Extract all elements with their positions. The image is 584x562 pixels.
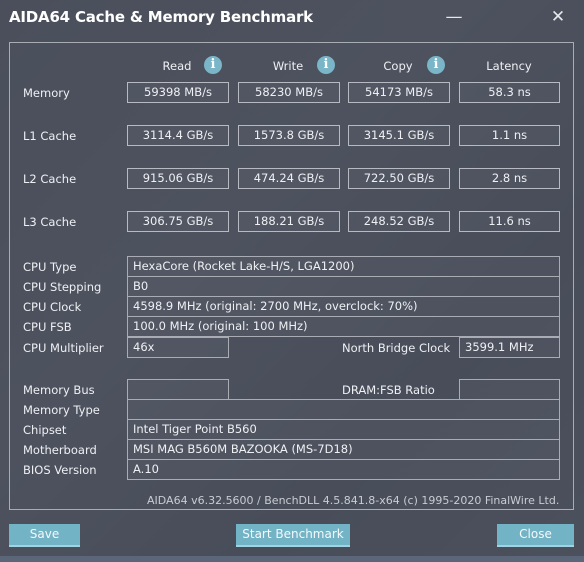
l3-latency-value: 11.6 ns: [459, 211, 560, 232]
start-benchmark-button[interactable]: Start Benchmark: [236, 524, 350, 547]
cpu-stepping-label: CPU Stepping: [23, 280, 102, 294]
l2-read-value: 915.06 GB/s: [127, 168, 229, 189]
title-bar[interactable]: AIDA64 Cache & Memory Benchmark — ✕: [0, 0, 584, 36]
l2-latency-value: 2.8 ns: [459, 168, 560, 189]
column-header-copy: Copy: [383, 59, 413, 73]
info-icon-write[interactable]: i: [317, 56, 335, 74]
memory-type-value: [127, 399, 560, 420]
row-label: L2 Cache: [23, 172, 77, 186]
memory-bus-value: [127, 379, 229, 400]
dram-fsb-ratio-label: DRAM:FSB Ratio: [342, 383, 435, 397]
close-window-icon[interactable]: ✕: [546, 6, 570, 28]
cpu-clock-value: 4598.9 MHz (original: 2700 MHz, overcloc…: [127, 296, 560, 317]
cpu-multiplier-value: 46x: [127, 337, 229, 358]
memory-type-label: Memory Type: [23, 403, 100, 417]
l1-copy-value: 3145.1 GB/s: [348, 125, 450, 146]
column-header-latency: Latency: [486, 59, 532, 73]
l2-copy-value: 722.50 GB/s: [348, 168, 450, 189]
bios-version-label: BIOS Version: [23, 463, 97, 477]
minimize-icon[interactable]: —: [442, 6, 466, 28]
bios-version-value: A.10: [127, 459, 560, 480]
memory-latency-value: 58.3 ns: [459, 82, 560, 103]
row-label: Memory: [23, 86, 70, 100]
memory-bus-label: Memory Bus: [23, 383, 95, 397]
l1-read-value: 3114.4 GB/s: [127, 125, 229, 146]
north-bridge-clock-label: North Bridge Clock: [342, 341, 451, 355]
window-title: AIDA64 Cache & Memory Benchmark: [9, 8, 313, 26]
info-icon-copy[interactable]: i: [427, 56, 445, 74]
cpu-clock-label: CPU Clock: [23, 300, 82, 314]
cpu-type-value: HexaCore (Rocket Lake-H/S, LGA1200): [127, 256, 560, 277]
l2-write-value: 474.24 GB/s: [238, 168, 340, 189]
bottom-strip: [0, 556, 584, 562]
version-footer: AIDA64 v6.32.5600 / BenchDLL 4.5.841.8-x…: [147, 494, 560, 507]
l1-latency-value: 1.1 ns: [459, 125, 560, 146]
chipset-label: Chipset: [23, 423, 67, 437]
l1-write-value: 1573.8 GB/s: [238, 125, 340, 146]
close-button[interactable]: Close: [497, 524, 574, 547]
memory-read-value: 59398 MB/s: [127, 82, 229, 103]
cpu-fsb-label: CPU FSB: [23, 320, 72, 334]
l3-read-value: 306.75 GB/s: [127, 211, 229, 232]
save-button[interactable]: Save: [9, 524, 80, 547]
row-label: L3 Cache: [23, 215, 77, 229]
info-icon-read[interactable]: i: [204, 56, 222, 74]
l3-write-value: 188.21 GB/s: [238, 211, 340, 232]
chipset-value: Intel Tiger Point B560: [127, 419, 560, 440]
memory-write-value: 58230 MB/s: [238, 82, 340, 103]
cpu-fsb-value: 100.0 MHz (original: 100 MHz): [127, 316, 560, 337]
north-bridge-clock-value: 3599.1 MHz: [459, 337, 560, 358]
column-header-write: Write: [272, 59, 304, 73]
motherboard-label: Motherboard: [23, 443, 97, 457]
cpu-type-label: CPU Type: [23, 260, 77, 274]
row-label: L1 Cache: [23, 129, 77, 143]
cpu-stepping-value: B0: [127, 276, 560, 297]
cpu-multiplier-label: CPU Multiplier: [23, 341, 104, 355]
l3-copy-value: 248.52 GB/s: [348, 211, 450, 232]
dram-fsb-ratio-value: [459, 379, 560, 400]
motherboard-value: MSI MAG B560M BAZOOKA (MS-7D18): [127, 439, 560, 460]
memory-copy-value: 54173 MB/s: [348, 82, 450, 103]
